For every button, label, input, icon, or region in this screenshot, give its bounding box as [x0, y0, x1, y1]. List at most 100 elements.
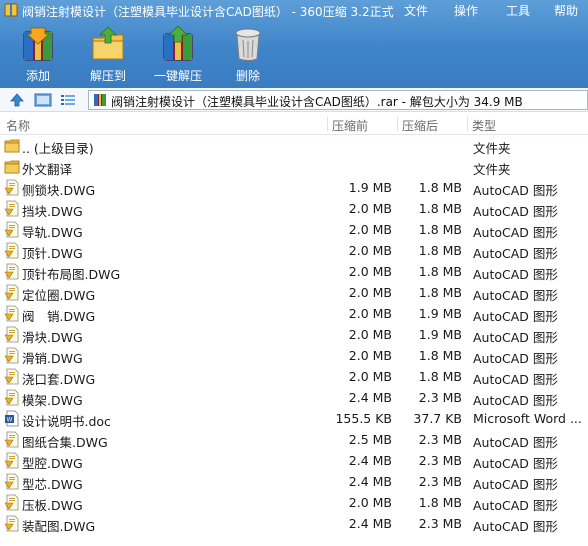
file-row[interactable]: 滑块.DWG 2.0 MB 1.9 MB AutoCAD 图形: [0, 324, 588, 345]
file-type: AutoCAD 图形: [473, 288, 558, 303]
one-click-extract-label: 一键解压: [153, 69, 202, 83]
file-row[interactable]: 侧锁块.DWG 1.9 MB 1.8 MB AutoCAD 图形: [0, 177, 588, 198]
file-compressed-size: 1.9 MB: [418, 327, 462, 342]
file-name: 压板.DWG: [22, 498, 83, 513]
file-compressed-size: 1.8 MB: [418, 201, 462, 216]
file-name: 外文翻译: [22, 162, 73, 177]
file-row[interactable]: 浇口套.DWG 2.0 MB 1.8 MB AutoCAD 图形: [0, 366, 588, 387]
add-button[interactable]: 添加: [13, 26, 63, 84]
file-row[interactable]: 图纸合集.DWG 2.5 MB 2.3 MB AutoCAD 图形: [0, 429, 588, 450]
one-click-extract-button[interactable]: 一键解压: [153, 26, 203, 84]
file-row[interactable]: 导轨.DWG 2.0 MB 1.8 MB AutoCAD 图形: [0, 219, 588, 240]
file-row[interactable]: 顶针布局图.DWG 2.0 MB 1.8 MB AutoCAD 图形: [0, 261, 588, 282]
delete-label: 删除: [235, 69, 260, 83]
file-name: 图纸合集.DWG: [22, 435, 108, 450]
file-type: AutoCAD 图形: [473, 225, 558, 240]
file-name: 浇口套.DWG: [22, 372, 96, 387]
file-original-size: 2.0 MB: [348, 306, 392, 321]
file-type: AutoCAD 图形: [473, 393, 558, 408]
dwg-file-icon: [4, 368, 20, 385]
file-type: AutoCAD 图形: [473, 204, 558, 219]
menu-file[interactable]: 文件: [404, 2, 428, 19]
file-row[interactable]: 型芯.DWG 2.4 MB 2.3 MB AutoCAD 图形: [0, 471, 588, 492]
file-name: 设计说明书.doc: [22, 414, 111, 429]
file-name: 滑块.DWG: [22, 330, 83, 345]
file-compressed-size: 1.8 MB: [418, 285, 462, 300]
dwg-file-icon: [4, 389, 20, 406]
file-compressed-size: 2.3 MB: [418, 432, 462, 447]
address-field[interactable]: 阀销注射模设计（注塑模具毕业设计含CAD图纸）.rar - 解包大小为 34.9…: [88, 90, 588, 110]
menu-operate[interactable]: 操作: [454, 2, 478, 19]
column-name[interactable]: 名称: [6, 117, 30, 134]
archive-file-icon: [94, 94, 106, 106]
file-original-size: 2.0 MB: [348, 264, 392, 279]
menu-tools[interactable]: 工具: [506, 2, 530, 19]
file-type: 文件夹: [473, 162, 511, 177]
file-row[interactable]: 滑销.DWG 2.0 MB 1.8 MB AutoCAD 图形: [0, 345, 588, 366]
delete-button[interactable]: 删除: [223, 26, 273, 84]
extract-to-button[interactable]: 解压到: [83, 26, 133, 84]
file-type: AutoCAD 图形: [473, 372, 558, 387]
dwg-file-icon: [4, 431, 20, 448]
add-archive-icon: [23, 27, 53, 61]
file-original-size: 2.0 MB: [348, 222, 392, 237]
file-type: AutoCAD 图形: [473, 309, 558, 324]
trash-can-icon: [235, 28, 261, 61]
file-row[interactable]: 压板.DWG 2.0 MB 1.8 MB AutoCAD 图形: [0, 492, 588, 513]
list-view-icon[interactable]: [60, 92, 76, 108]
file-name: 装配图.DWG: [22, 519, 96, 534]
file-original-size: 155.5 KB: [335, 411, 392, 426]
file-original-size: 2.5 MB: [348, 432, 392, 447]
file-type: AutoCAD 图形: [473, 435, 558, 450]
file-row[interactable]: .. (上级目录) 文件夹: [0, 135, 588, 156]
column-divider[interactable]: [467, 117, 468, 131]
column-type[interactable]: 类型: [472, 117, 496, 134]
file-row[interactable]: 模架.DWG 2.4 MB 2.3 MB AutoCAD 图形: [0, 387, 588, 408]
file-original-size: 2.4 MB: [348, 516, 392, 531]
file-row[interactable]: 装配图.DWG 2.4 MB 2.3 MB AutoCAD 图形: [0, 513, 588, 534]
file-compressed-size: 2.3 MB: [418, 474, 462, 489]
file-name: .. (上级目录): [22, 141, 94, 156]
dwg-file-icon: [4, 473, 20, 490]
file-name: 顶针布局图.DWG: [22, 267, 121, 282]
one-click-extract-icon: [163, 26, 193, 61]
file-type: AutoCAD 图形: [473, 498, 558, 513]
file-compressed-size: 2.3 MB: [418, 390, 462, 405]
file-original-size: 2.0 MB: [348, 495, 392, 510]
svg-text:W: W: [7, 418, 13, 424]
file-row[interactable]: 挡块.DWG 2.0 MB 1.8 MB AutoCAD 图形: [0, 198, 588, 219]
dwg-file-icon: [4, 179, 20, 196]
file-row[interactable]: 顶针.DWG 2.0 MB 1.8 MB AutoCAD 图形: [0, 240, 588, 261]
file-type: AutoCAD 图形: [473, 351, 558, 366]
column-header: 名称 压缩前 压缩后 类型: [0, 113, 588, 135]
menu-help[interactable]: 帮助: [554, 2, 578, 19]
dwg-file-icon: [4, 326, 20, 343]
thumbnail-view-icon[interactable]: [34, 92, 52, 108]
column-original-size[interactable]: 压缩前: [332, 117, 368, 134]
file-row[interactable]: 定位圈.DWG 2.0 MB 1.8 MB AutoCAD 图形: [0, 282, 588, 303]
file-name: 导轨.DWG: [22, 225, 83, 240]
file-type: 文件夹: [473, 141, 511, 156]
file-type: AutoCAD 图形: [473, 183, 558, 198]
folder-icon: [4, 158, 20, 175]
file-name: 顶针.DWG: [22, 246, 83, 261]
file-row[interactable]: 型腔.DWG 2.4 MB 2.3 MB AutoCAD 图形: [0, 450, 588, 471]
file-original-size: 2.0 MB: [348, 369, 392, 384]
up-arrow-icon[interactable]: [9, 92, 25, 108]
column-divider[interactable]: [327, 117, 328, 131]
address-bar-area: 阀销注射模设计（注塑模具毕业设计含CAD图纸）.rar - 解包大小为 34.9…: [0, 88, 588, 112]
dwg-file-icon: [4, 242, 20, 259]
file-original-size: 2.4 MB: [348, 453, 392, 468]
file-type: AutoCAD 图形: [473, 267, 558, 282]
file-name: 模架.DWG: [22, 393, 83, 408]
file-type: Microsoft Word ...: [473, 411, 582, 426]
file-row[interactable]: 外文翻译 文件夹: [0, 156, 588, 177]
file-type: AutoCAD 图形: [473, 330, 558, 345]
file-row[interactable]: W 设计说明书.doc 155.5 KB 37.7 KB Microsoft Word …: [0, 408, 588, 429]
column-compressed-size[interactable]: 压缩后: [402, 117, 438, 134]
file-compressed-size: 2.3 MB: [418, 516, 462, 531]
file-row[interactable]: 阀 销.DWG 2.0 MB 1.9 MB AutoCAD 图形: [0, 303, 588, 324]
column-divider[interactable]: [397, 117, 398, 131]
file-compressed-size: 37.7 KB: [413, 411, 462, 426]
file-original-size: 1.9 MB: [348, 180, 392, 195]
